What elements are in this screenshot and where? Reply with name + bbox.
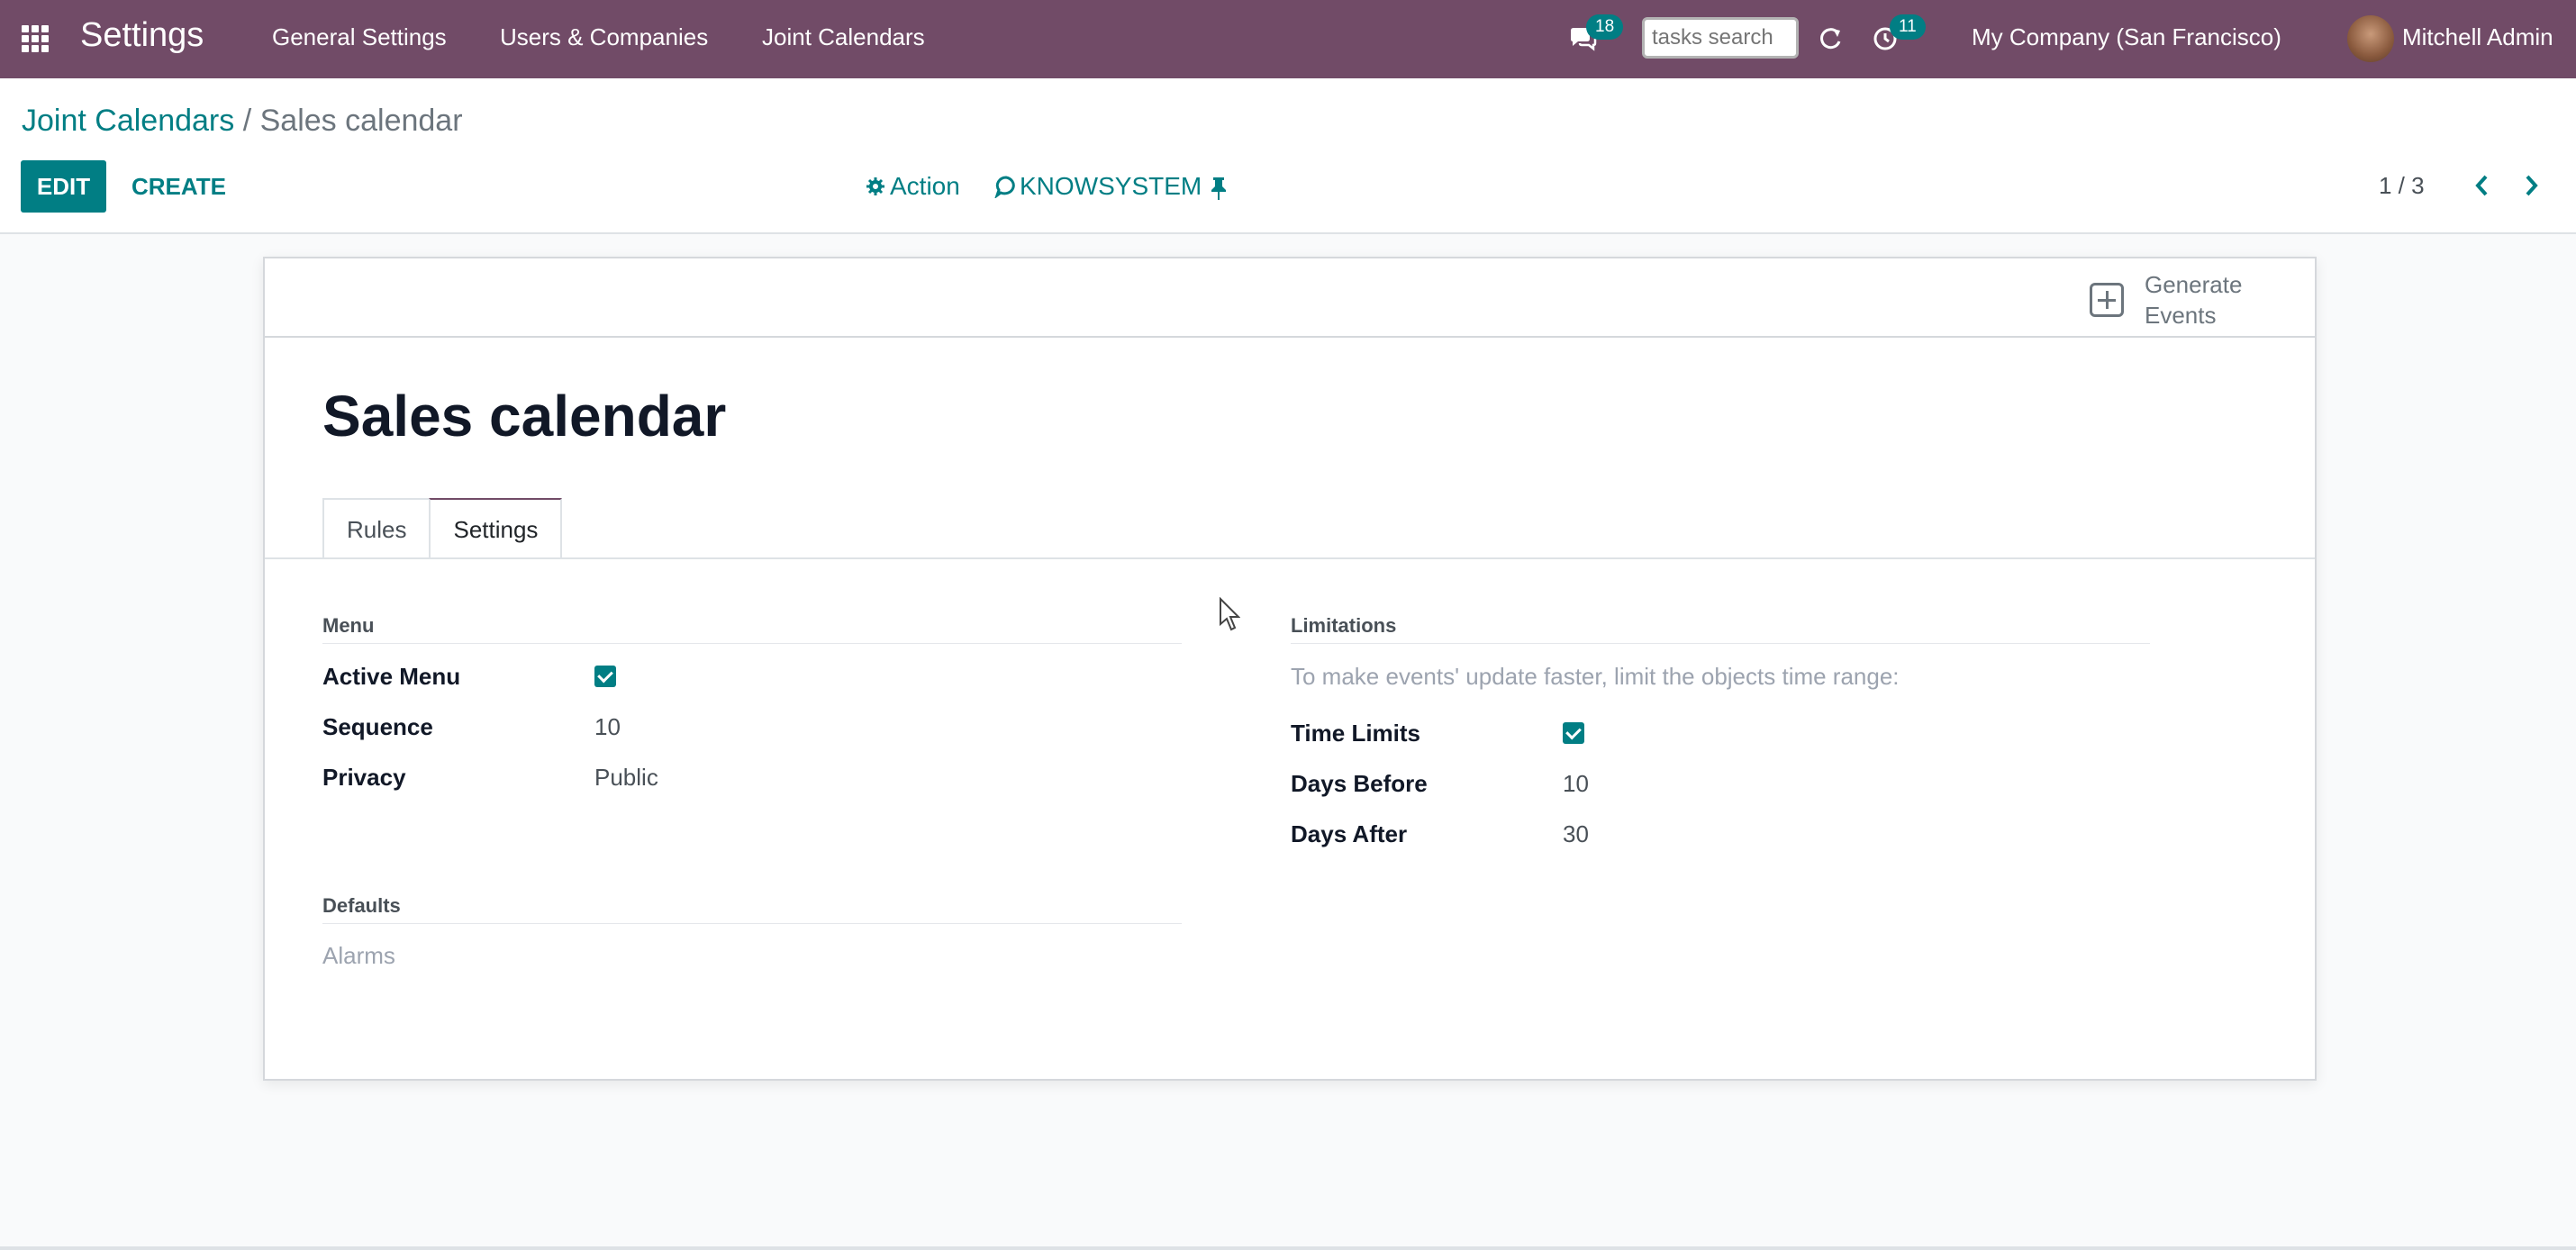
chevron-left-icon[interactable] <box>2472 172 2493 199</box>
form-sheet: Generate Events Sales calendar Rules Set… <box>263 257 2317 1081</box>
apps-menu-icon[interactable] <box>22 25 52 52</box>
form-statusbar: Generate Events <box>265 258 2315 338</box>
gear-icon <box>866 177 884 195</box>
days-after-label: Days After <box>1291 820 1408 847</box>
user-menu[interactable]: Mitchell Admin <box>2402 23 2553 51</box>
group-title-limitations: Limitations <box>1291 614 1397 637</box>
breadcrumb-current: Sales calendar <box>259 104 463 138</box>
breadcrumb: Joint Calendars / Sales calendar <box>22 104 463 139</box>
sequence-value: 10 <box>594 713 621 740</box>
tab-divider <box>265 557 2315 559</box>
group-separator <box>1291 643 2150 644</box>
comment-icon <box>994 176 1015 198</box>
menu-users-companies[interactable]: Users & Companies <box>500 23 708 51</box>
tab-settings[interactable]: Settings <box>429 498 563 559</box>
record-title: Sales calendar <box>322 384 727 448</box>
chevron-right-icon[interactable] <box>2520 172 2542 199</box>
activities-count-badge: 11 <box>1890 14 1926 40</box>
pager-value[interactable]: 1 / 3 <box>2379 172 2425 200</box>
privacy-value: Public <box>594 764 658 791</box>
days-after-value: 30 <box>1563 820 1589 847</box>
plus-square-icon <box>2090 283 2124 317</box>
control-panel: Joint Calendars / Sales calendar EDIT CR… <box>0 78 2576 234</box>
active-menu-label: Active Menu <box>322 663 461 690</box>
breadcrumb-parent-link[interactable]: Joint Calendars <box>22 104 234 138</box>
group-separator <box>322 643 1182 644</box>
create-button[interactable]: CREATE <box>132 173 226 201</box>
edit-button[interactable]: EDIT <box>21 160 106 213</box>
menu-joint-calendars[interactable]: Joint Calendars <box>762 23 925 51</box>
menu-general-settings[interactable]: General Settings <box>272 23 447 51</box>
privacy-label: Privacy <box>322 764 406 791</box>
alarms-label: Alarms <box>322 942 395 969</box>
group-title-menu: Menu <box>322 614 375 637</box>
knowsystem-button[interactable]: KNOWSYSTEM <box>994 172 1202 201</box>
time-limits-checkbox[interactable] <box>1563 722 1584 744</box>
generate-events-label: Generate Events <box>2145 271 2243 329</box>
limitations-hint: To make events' update faster, limit the… <box>1291 663 1900 690</box>
sequence-label: Sequence <box>322 713 433 740</box>
action-label: Action <box>890 172 960 200</box>
group-title-defaults: Defaults <box>322 894 401 917</box>
user-avatar[interactable] <box>2347 15 2394 62</box>
breadcrumb-separator: / <box>242 104 252 138</box>
notebook-tabs: Rules Settings <box>322 498 563 559</box>
days-before-value: 10 <box>1563 770 1589 797</box>
mouse-cursor-icon <box>1219 596 1241 633</box>
top-navbar: Settings General Settings Users & Compan… <box>0 0 2576 78</box>
company-switcher[interactable]: My Company (San Francisco) <box>1972 23 2281 51</box>
pin-icon[interactable] <box>1209 176 1229 201</box>
knowsystem-label: KNOWSYSTEM <box>1020 172 1202 200</box>
active-menu-checkbox[interactable] <box>594 666 616 687</box>
app-title[interactable]: Settings <box>80 16 204 55</box>
page-bottom-border <box>0 1246 2576 1250</box>
refresh-icon[interactable] <box>1818 25 1845 52</box>
time-limits-label: Time Limits <box>1291 720 1421 747</box>
messages-count-badge: 18 <box>1586 14 1624 40</box>
tasks-search-input[interactable] <box>1642 17 1799 59</box>
group-separator <box>322 923 1182 924</box>
generate-events-button[interactable]: Generate Events <box>2090 269 2253 331</box>
tab-rules[interactable]: Rules <box>322 498 431 559</box>
days-before-label: Days Before <box>1291 770 1428 797</box>
action-menu-button[interactable]: Action <box>866 172 960 201</box>
